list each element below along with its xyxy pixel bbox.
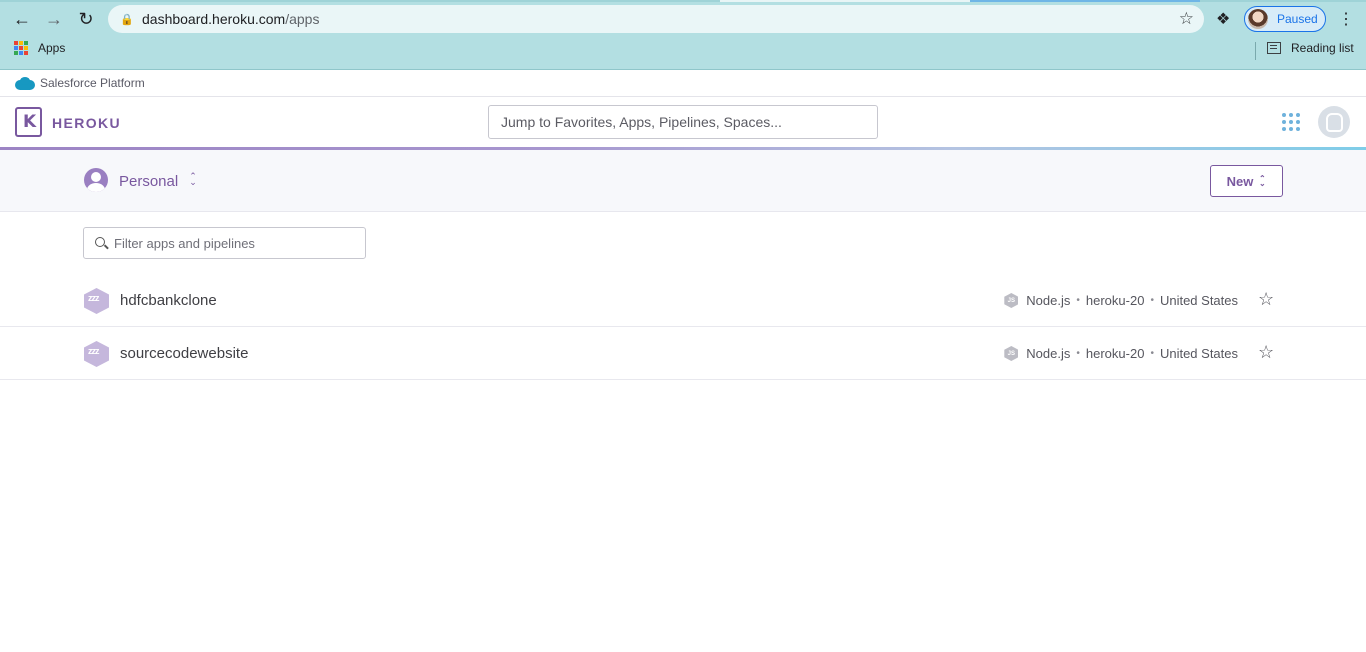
apps-grid-icon[interactable] [1282, 113, 1300, 131]
forward-arrow-icon[interactable]: → [42, 8, 66, 30]
url-host: dashboard.heroku.com [142, 11, 286, 27]
separator-dot: • [1076, 295, 1080, 306]
app-name[interactable]: hdfcbankclone [120, 292, 217, 309]
tab-strip-edge [0, 0, 1366, 2]
extensions-puzzle-icon[interactable]: ❖ [1216, 9, 1230, 29]
app-region: United States [1159, 293, 1238, 308]
search-icon [95, 237, 105, 247]
url-path: /apps [285, 11, 320, 27]
sleeping-dyno-icon: zzz [84, 341, 109, 367]
lock-icon: 🔒 [120, 13, 134, 26]
nodejs-icon: JS [1004, 293, 1019, 308]
heroku-wordmark[interactable]: HEROKU [52, 115, 121, 131]
team-bar: Personal ⌃ ⌄ New ⌃ ⌄ [0, 150, 1366, 212]
app-stack: heroku-20 [1085, 293, 1145, 308]
heroku-header: K HEROKU [0, 97, 1366, 148]
app-name[interactable]: sourcecodewebsite [120, 345, 248, 362]
separator-dot: • [1150, 348, 1154, 359]
team-switcher[interactable]: Personal [119, 173, 178, 190]
platform-strip: Salesforce Platform [0, 70, 1366, 97]
browser-menu-icon[interactable]: ⋮ [1338, 9, 1354, 29]
profile-avatar [1248, 9, 1268, 29]
apps-grid-icon [14, 41, 28, 55]
new-button[interactable]: New ⌃ ⌄ [1210, 165, 1283, 197]
reading-list-icon [1267, 42, 1281, 54]
nodejs-icon: JS [1004, 346, 1019, 361]
bookmark-star-icon[interactable]: ☆ [1179, 9, 1194, 29]
salesforce-cloud-icon [15, 76, 35, 90]
separator-dot: • [1150, 295, 1154, 306]
filter-box[interactable] [83, 227, 366, 259]
app-row[interactable]: zzz hdfcbankclone JS Node.js • heroku-20… [0, 274, 1366, 327]
url-text: dashboard.heroku.com/apps [142, 11, 319, 27]
favorite-star-icon[interactable]: ☆ [1258, 342, 1274, 363]
favorite-star-icon[interactable]: ☆ [1258, 289, 1274, 310]
profile-status: Paused [1277, 12, 1318, 26]
bookmark-apps[interactable]: Apps [14, 41, 65, 55]
reload-icon[interactable]: ↻ [74, 8, 98, 30]
heroku-logo-icon[interactable]: K [15, 107, 42, 137]
app-stack: heroku-20 [1085, 346, 1145, 361]
logo-glyph: K [23, 112, 37, 132]
separator-dot: • [1076, 348, 1080, 359]
app-meta: JS Node.js • heroku-20 • United States [1004, 293, 1238, 308]
chevron-up-down-icon: ⌃ ⌄ [1259, 174, 1266, 188]
new-button-label: New [1226, 173, 1254, 189]
app-row[interactable]: zzz sourcecodewebsite JS Node.js • herok… [0, 327, 1366, 380]
app-region: United States [1159, 346, 1238, 361]
personal-avatar-icon [84, 168, 108, 192]
app-language: Node.js [1026, 293, 1071, 308]
app-meta: JS Node.js • heroku-20 • United States [1004, 346, 1238, 361]
chevron-up-down-icon[interactable]: ⌃ ⌄ [188, 172, 198, 187]
bookmark-divider [1255, 42, 1256, 60]
user-avatar-icon[interactable] [1318, 106, 1350, 138]
bookmark-apps-label: Apps [38, 41, 66, 55]
reading-list-button[interactable]: Reading list [1267, 41, 1354, 55]
app-language: Node.js [1026, 346, 1071, 361]
address-bar[interactable]: 🔒 dashboard.heroku.com/apps ☆ [108, 5, 1204, 33]
platform-label: Salesforce Platform [40, 76, 145, 90]
profile-button[interactable]: Paused [1244, 6, 1326, 32]
browser-toolbar: ← → ↻ 🔒 dashboard.heroku.com/apps ☆ ❖ Pa… [0, 0, 1366, 70]
reading-list-label: Reading list [1291, 41, 1354, 55]
global-search-input[interactable] [488, 105, 878, 139]
sleeping-dyno-icon: zzz [84, 288, 109, 314]
back-arrow-icon[interactable]: ← [10, 8, 34, 30]
filter-input[interactable] [114, 228, 359, 258]
